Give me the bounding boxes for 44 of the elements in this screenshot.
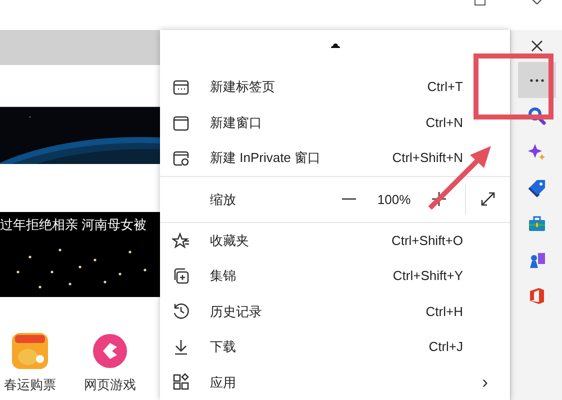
- close-icon[interactable]: [530, 0, 544, 6]
- sparkle-icon: [528, 143, 546, 161]
- menu-item[interactable]: 新建标签页 Ctrl+T: [160, 70, 510, 105]
- menu-item[interactable]: 历史记录 Ctrl+H: [160, 294, 510, 330]
- menu-item[interactable]: 新建窗口 Ctrl+N: [160, 104, 510, 140]
- star-icon: [172, 232, 190, 250]
- download-icon: [172, 338, 190, 356]
- shortcut-text: Ctrl+H: [426, 302, 463, 321]
- more-icon: [530, 78, 544, 82]
- shortcut-text: Ctrl+Shift+Y: [392, 267, 463, 286]
- menu-item[interactable]: 收藏夹 Ctrl+Shift+O: [160, 222, 510, 258]
- chess-pieces-icon: [528, 251, 546, 269]
- cloud-icon: [330, 42, 340, 48]
- history-icon: [172, 302, 190, 320]
- minus-icon: [342, 198, 356, 200]
- menu-item[interactable]: 下载 Ctrl+J: [160, 329, 510, 365]
- maximize-icon[interactable]: [474, 0, 486, 6]
- zoom-level: 100%: [376, 190, 412, 209]
- shortcut-text: Ctrl+Shift+O: [391, 232, 463, 250]
- close-icon: [530, 40, 542, 52]
- menu-item[interactable]: 集锦 Ctrl+Shift+Y: [160, 258, 510, 294]
- shortcut-text: Ctrl+T: [427, 78, 463, 96]
- private-window-icon: [172, 149, 190, 168]
- shortcut-label[interactable]: 春运购票: [4, 375, 56, 394]
- menu-item-label: 缩放: [210, 190, 236, 209]
- shortcut-text: Ctrl+Shift+N: [392, 149, 463, 168]
- shortcut-label[interactable]: 网页游戏: [84, 375, 136, 394]
- plus-icon: [432, 192, 446, 206]
- office-icon: [528, 287, 544, 305]
- app-icon: [92, 333, 128, 369]
- shortcut-text: Ctrl+J: [428, 338, 463, 356]
- tab-icon: [172, 78, 190, 96]
- expand-icon: [480, 191, 496, 208]
- window-icon: [172, 114, 190, 132]
- menu-item[interactable]: 新建 InPrivate 窗口 Ctrl+Shift+N: [160, 140, 510, 176]
- search-icon: [528, 107, 546, 125]
- collections-icon: [172, 267, 190, 286]
- tag-icon: [528, 179, 546, 197]
- apps-icon: [172, 373, 190, 392]
- menu-item[interactable]: 应用 ›: [160, 364, 510, 400]
- submenu-arrow: ›: [482, 370, 488, 394]
- toolbox-icon: [528, 216, 546, 232]
- shortcut-text: Ctrl+N: [426, 114, 463, 132]
- app-icon: [12, 333, 48, 369]
